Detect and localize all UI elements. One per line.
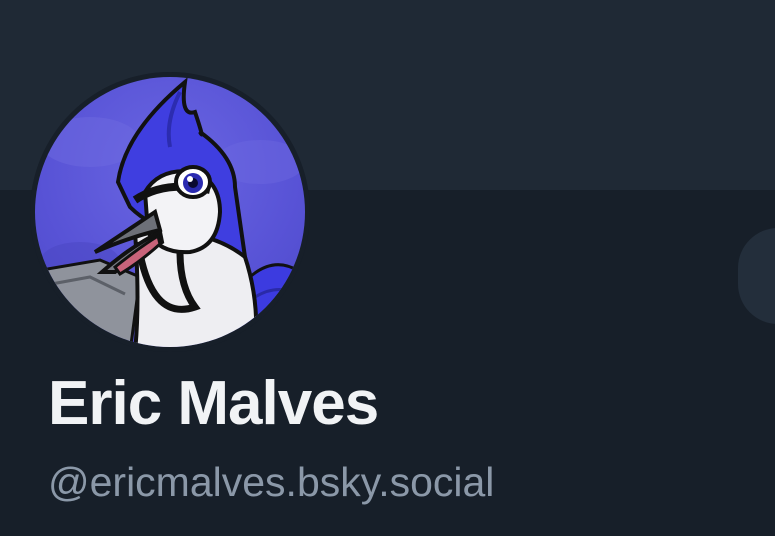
profile-action-button[interactable]: [738, 228, 775, 324]
profile-page: Eric Malves @ericmalves.bsky.social: [0, 0, 775, 536]
display-name: Eric Malves: [48, 369, 379, 438]
avatar[interactable]: [30, 72, 310, 352]
user-handle[interactable]: @ericmalves.bsky.social: [48, 454, 494, 510]
blue-jay-avatar-icon: [30, 72, 310, 352]
